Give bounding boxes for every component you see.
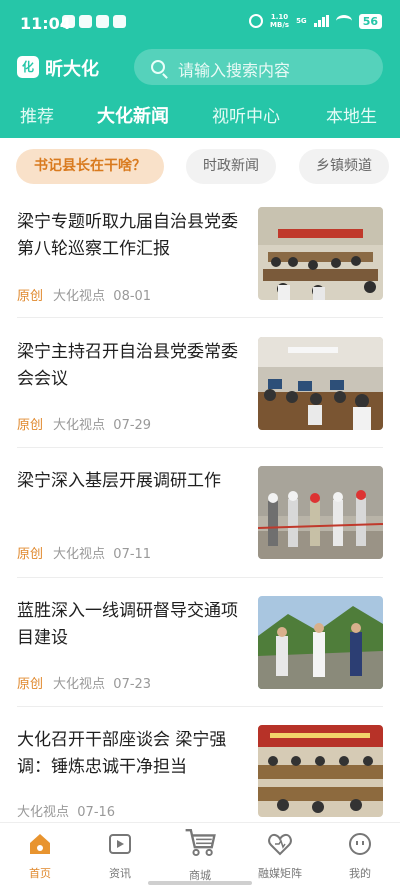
- news-date: 07-23: [113, 677, 152, 692]
- battery-indicator: 56: [358, 13, 382, 29]
- news-meta: 原创 大化视点 07-23: [17, 673, 151, 692]
- news-thumbnail: [258, 337, 383, 430]
- tab-dahua-news[interactable]: 大化新闻: [97, 102, 169, 128]
- news-item[interactable]: 梁宁主持召开自治县党委常委会会议 原创 大化视点 07-29: [0, 337, 400, 433]
- divider: [17, 447, 383, 448]
- app-name: 昕大化: [45, 59, 99, 80]
- news-title: 蓝胜深入一线调研督导交通项目建设: [17, 601, 238, 648]
- news-meta: 原创 大化视点 07-11: [17, 543, 151, 562]
- news-thumbnail: [258, 466, 383, 559]
- status-bar: 11:04 1.10 MB/s 5G 56: [0, 0, 400, 44]
- gesture-bar[interactable]: [148, 881, 252, 885]
- play-icon: [109, 834, 131, 854]
- news-title: 梁宁专题听取九届自治县党委第八轮巡察工作汇报: [17, 212, 238, 259]
- notification-icons: [62, 15, 126, 28]
- tab-local-life[interactable]: 本地生: [326, 102, 377, 127]
- news-title: 大化召开干部座谈会 梁宁强调：锤炼忠诚干净担当: [17, 730, 227, 777]
- chip-politics-news[interactable]: 时政新闻: [186, 149, 276, 184]
- heart-icon: [268, 833, 292, 856]
- original-tag: 原创: [17, 547, 44, 562]
- news-source: 大化视点: [53, 418, 106, 433]
- original-tag: 原创: [17, 418, 44, 433]
- news-title: 梁宁主持召开自治县党委常委会会议: [17, 342, 238, 389]
- wifi-icon: [335, 15, 352, 27]
- network-type: 5G: [296, 17, 307, 25]
- smile-icon: [349, 833, 371, 855]
- app-logo-icon: 化: [17, 56, 39, 78]
- wechat-icon: [62, 15, 75, 28]
- news-meta: 大化视点 07-16: [17, 801, 115, 820]
- news-source: 大化视点: [53, 547, 106, 562]
- news-meta: 原创 大化视点 08-01: [17, 285, 151, 304]
- original-tag: 原创: [17, 677, 44, 692]
- nav-profile[interactable]: 我的: [325, 831, 395, 881]
- divider: [17, 317, 383, 318]
- news-date: 07-11: [113, 547, 152, 562]
- search-icon: [151, 60, 165, 74]
- original-tag: 原创: [17, 289, 44, 304]
- nav-label: 我的: [349, 867, 371, 880]
- news-item[interactable]: 梁宁专题听取九届自治县党委第八轮巡察工作汇报 原创 大化视点 08-01: [0, 207, 400, 304]
- news-date: 07-16: [77, 805, 116, 820]
- news-source: 大化视点: [53, 289, 106, 304]
- news-date: 08-01: [113, 289, 152, 304]
- channel-tabs: 推荐 大化新闻 视听中心 本地生: [0, 96, 400, 134]
- divider: [17, 577, 383, 578]
- network-speed-value: 1.10: [270, 13, 289, 21]
- news-thumbnail: [258, 207, 383, 300]
- home-icon: [30, 834, 50, 854]
- alarm-icon: [249, 14, 264, 28]
- news-thumbnail: [258, 596, 383, 689]
- top-bar: 化 昕大化 请输入搜索内容: [0, 49, 400, 85]
- divider: [17, 706, 383, 707]
- chip-leaders-activities[interactable]: 书记县长在干啥？: [16, 149, 164, 184]
- chip-township-channel[interactable]: 乡镇频道: [299, 149, 389, 184]
- news-title: 梁宁深入基层开展调研工作: [17, 471, 221, 491]
- tab-recommend[interactable]: 推荐: [20, 102, 54, 127]
- nav-label: 资讯: [109, 867, 131, 880]
- news-date: 07-29: [113, 418, 152, 433]
- search-input[interactable]: 请输入搜索内容: [134, 49, 383, 85]
- app-header: 11:04 1.10 MB/s 5G 56 化 昕大化 请输入搜索内容 推荐 大…: [0, 0, 400, 138]
- bottom-navigation: 首页 资讯 商城 融媒矩阵 我的: [0, 822, 400, 889]
- news-item[interactable]: 蓝胜深入一线调研督导交通项目建设 原创 大化视点 07-23: [0, 596, 400, 692]
- signal-icon: [313, 15, 329, 27]
- network-speed: 1.10 MB/s: [270, 13, 289, 29]
- app-notification-icon: [96, 15, 109, 28]
- nav-media-matrix[interactable]: 融媒矩阵: [245, 831, 315, 881]
- app-notification-icon: [113, 15, 126, 28]
- tab-media-center[interactable]: 视听中心: [212, 102, 280, 127]
- news-source: 大化视点: [17, 805, 70, 820]
- network-speed-unit: MB/s: [270, 21, 290, 29]
- nav-home[interactable]: 首页: [5, 831, 75, 881]
- app-notification-icon: [79, 15, 92, 28]
- nav-label: 融媒矩阵: [258, 867, 302, 880]
- nav-label: 首页: [29, 867, 51, 880]
- news-source: 大化视点: [53, 677, 106, 692]
- nav-mall[interactable]: 商城: [165, 829, 235, 883]
- news-item[interactable]: 大化召开干部座谈会 梁宁强调：锤炼忠诚干净担当 大化视点 07-16: [0, 725, 400, 820]
- news-item[interactable]: 梁宁深入基层开展调研工作 原创 大化视点 07-11: [0, 466, 400, 562]
- news-thumbnail: [258, 725, 383, 817]
- news-meta: 原创 大化视点 07-29: [17, 414, 151, 433]
- search-placeholder: 请输入搜索内容: [178, 61, 291, 80]
- nav-news[interactable]: 资讯: [85, 831, 155, 881]
- cart-icon: [185, 829, 216, 857]
- system-icons: 1.10 MB/s 5G 56: [249, 13, 382, 29]
